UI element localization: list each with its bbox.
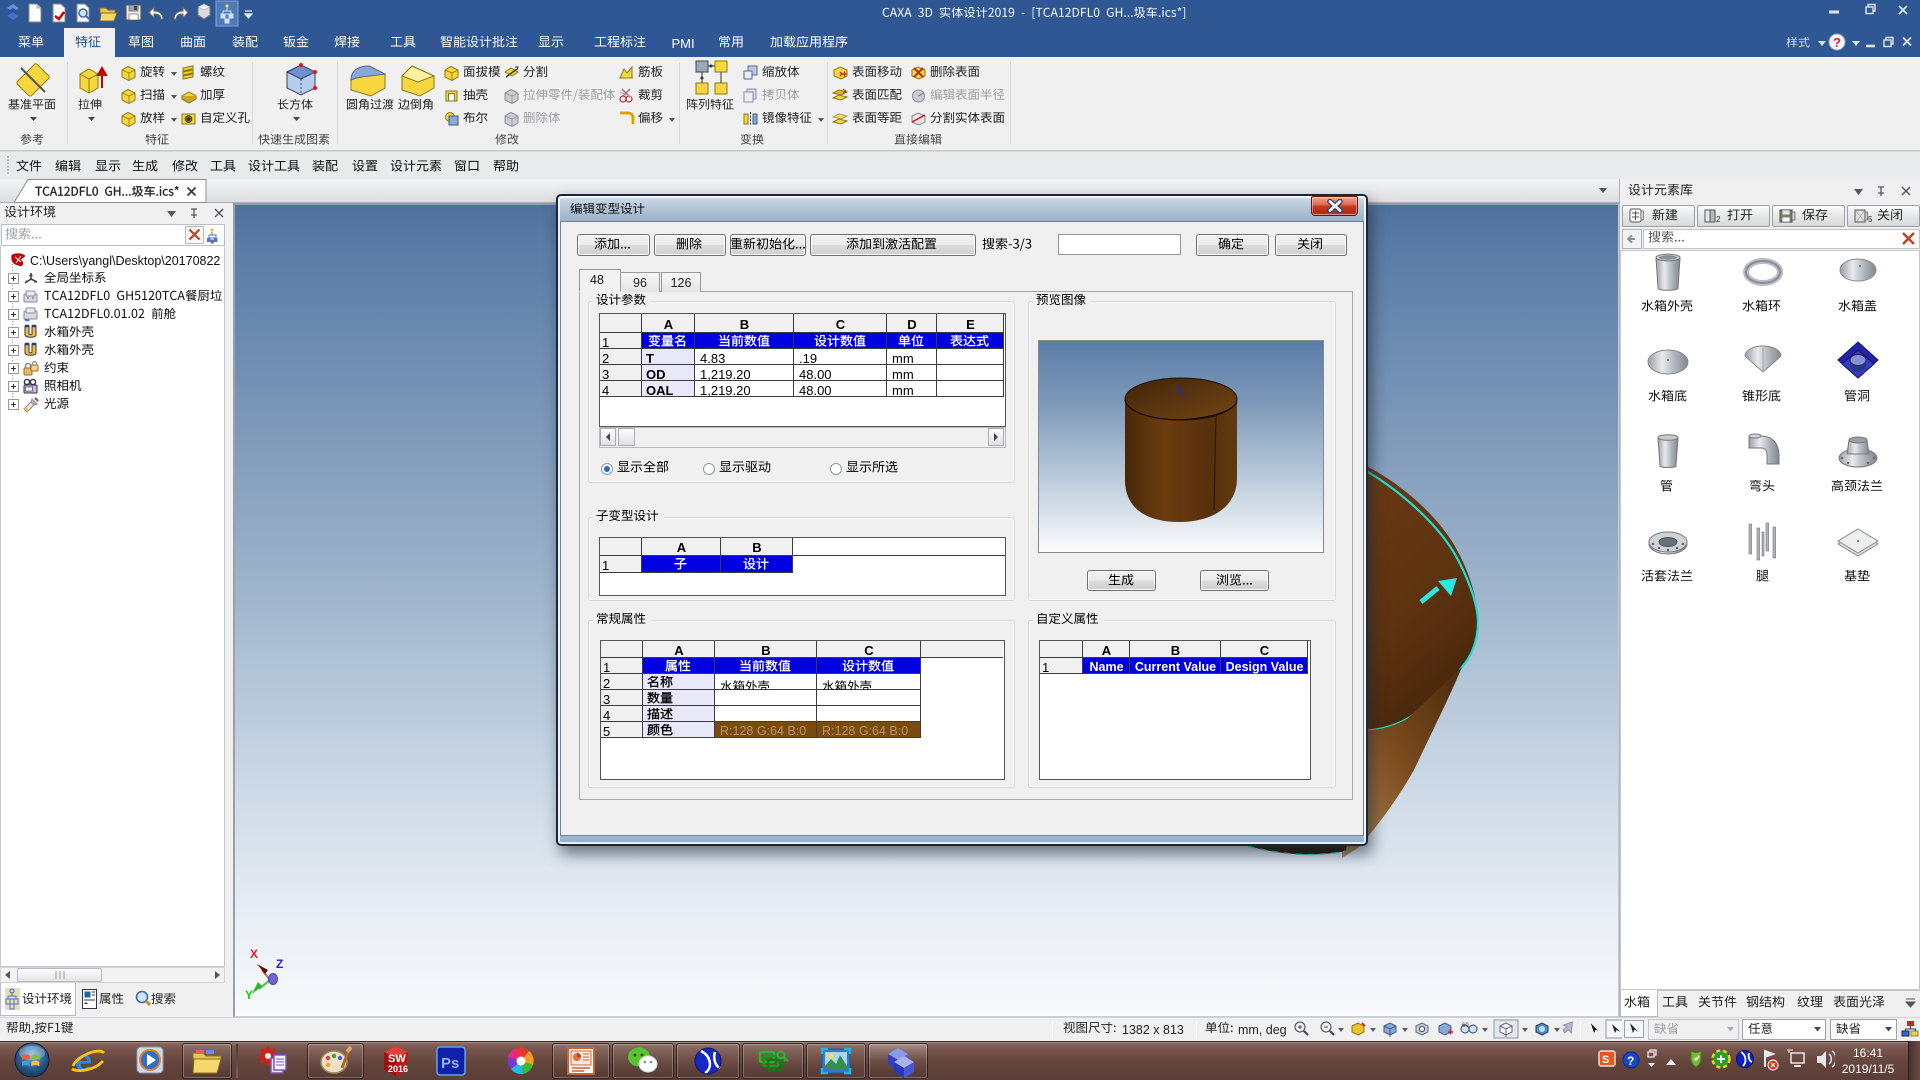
svg-text:S: S [1602,1054,1609,1066]
svg-text:60: 60 [1462,1023,1469,1029]
svg-text:?: ? [1627,1054,1634,1068]
svg-text:?: ? [1833,35,1841,50]
svg-text:2016: 2016 [388,1064,408,1074]
svg-text:X: X [250,947,258,961]
svg-text:Z: Z [276,957,283,971]
svg-text:2: 2 [1716,215,1721,224]
svg-text:Y: Y [245,988,253,1002]
svg-text:Ps: Ps [441,1055,459,1072]
svg-text:5: 5 [1868,215,1872,224]
